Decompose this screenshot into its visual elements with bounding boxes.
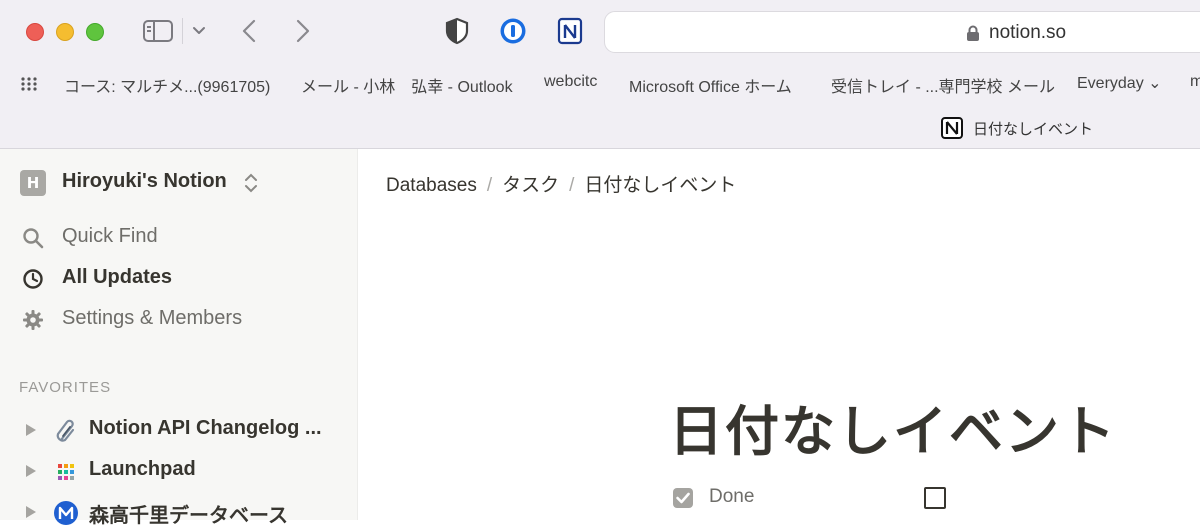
onepassword-icon[interactable]: [499, 16, 527, 46]
apps-grid-icon[interactable]: [20, 76, 38, 92]
address-text[interactable]: notion.so: [989, 22, 1066, 44]
updown-chevron-icon[interactable]: [243, 172, 259, 194]
back-arrow-icon[interactable]: [239, 18, 259, 44]
favorites-header: FAVORITES: [19, 379, 112, 396]
page-title[interactable]: 日付なしイベント: [669, 387, 1117, 466]
favorite-item-label: Launchpad: [89, 458, 196, 480]
bookmarks-bar: コース: マルチメ...(9961705) メール - 小林 弘幸 - Outl…: [0, 70, 1200, 96]
notion-icon[interactable]: [556, 16, 584, 46]
sidebar-item-settings[interactable]: Settings & Members: [0, 302, 358, 338]
notion-icon: [941, 117, 963, 139]
done-checkbox[interactable]: [924, 487, 946, 509]
expand-caret-icon[interactable]: [26, 465, 36, 477]
sidebar-item-label: All Updates: [62, 266, 173, 288]
sidebar-item-label: Quick Find: [62, 225, 158, 247]
bookmark-item[interactable]: webcitc: [544, 73, 597, 91]
bookmark-item[interactable]: コース: マルチメ...(9961705): [64, 73, 270, 97]
expand-caret-icon[interactable]: [26, 424, 36, 436]
paperclip-icon: [56, 419, 75, 442]
search-icon: [23, 228, 44, 249]
address-bar[interactable]: notion.so: [604, 11, 1200, 53]
breadcrumb-item[interactable]: 日付なしイベント: [584, 175, 736, 196]
bookmark-item[interactable]: 受信トレイ - ...専門学校 メール: [831, 73, 1055, 97]
favorite-item-database[interactable]: 森高千里データベース: [0, 494, 358, 530]
minimize-window-button[interactable]: [56, 23, 74, 41]
bookmark-folder-everyday[interactable]: Everyday ⌄: [1077, 73, 1162, 93]
m-circle-icon: [54, 501, 78, 525]
breadcrumb-separator: /: [486, 175, 493, 196]
zoom-window-button[interactable]: [86, 23, 104, 41]
checkbox-property-icon: [673, 488, 693, 508]
notion-sidebar: H Hiroyuki's Notion Quick Find All Updat…: [0, 149, 358, 527]
expand-caret-icon[interactable]: [26, 506, 36, 518]
bookmark-item[interactable]: m: [1190, 73, 1200, 91]
bookmark-item[interactable]: Microsoft Office ホーム: [629, 73, 792, 97]
property-label[interactable]: Done: [709, 486, 754, 508]
browser-chrome: notion.so コース: マルチメ...(9961705) メール - 小林…: [0, 0, 1200, 149]
breadcrumb: Databases / タスク / 日付なしイベント: [386, 170, 736, 197]
clock-icon: [23, 269, 43, 289]
gear-icon: [23, 310, 43, 330]
toolbar-divider: [182, 18, 183, 44]
breadcrumb-item[interactable]: タスク: [502, 175, 559, 196]
sidebar-item-quick-find[interactable]: Quick Find: [0, 220, 358, 256]
favorite-item-api-changelog[interactable]: Notion API Changelog ...: [0, 412, 358, 448]
bookmark-item[interactable]: メール - 小林 弘幸 - Outlook: [301, 73, 513, 97]
favorite-item-launchpad[interactable]: Launchpad: [0, 453, 358, 489]
breadcrumb-item[interactable]: Databases: [386, 175, 477, 196]
sidebar-toggle-icon[interactable]: [143, 20, 173, 42]
favorite-item-label: Notion API Changelog ...: [89, 417, 322, 439]
sidebar-item-all-updates[interactable]: All Updates: [0, 261, 358, 297]
close-window-button[interactable]: [26, 23, 44, 41]
property-row-done: Done: [671, 484, 971, 514]
tab-title: 日付なしイベント: [973, 120, 1094, 138]
lock-icon: [967, 25, 979, 41]
page-content: Databases / タスク / 日付なしイベント 日付なしイベント Done: [359, 149, 1200, 520]
favorite-item-label: 森高千里データベース: [89, 505, 288, 527]
chevron-down-icon[interactable]: [191, 22, 207, 38]
launchpad-grid-icon: [58, 464, 74, 480]
sidebar-item-label: Settings & Members: [62, 307, 243, 329]
breadcrumb-separator: /: [569, 175, 575, 196]
shield-extension-icon[interactable]: [443, 16, 471, 46]
workspace-avatar[interactable]: H: [20, 170, 46, 196]
workspace-name[interactable]: Hiroyuki's Notion: [62, 170, 227, 193]
forward-arrow-icon[interactable]: [293, 18, 313, 44]
